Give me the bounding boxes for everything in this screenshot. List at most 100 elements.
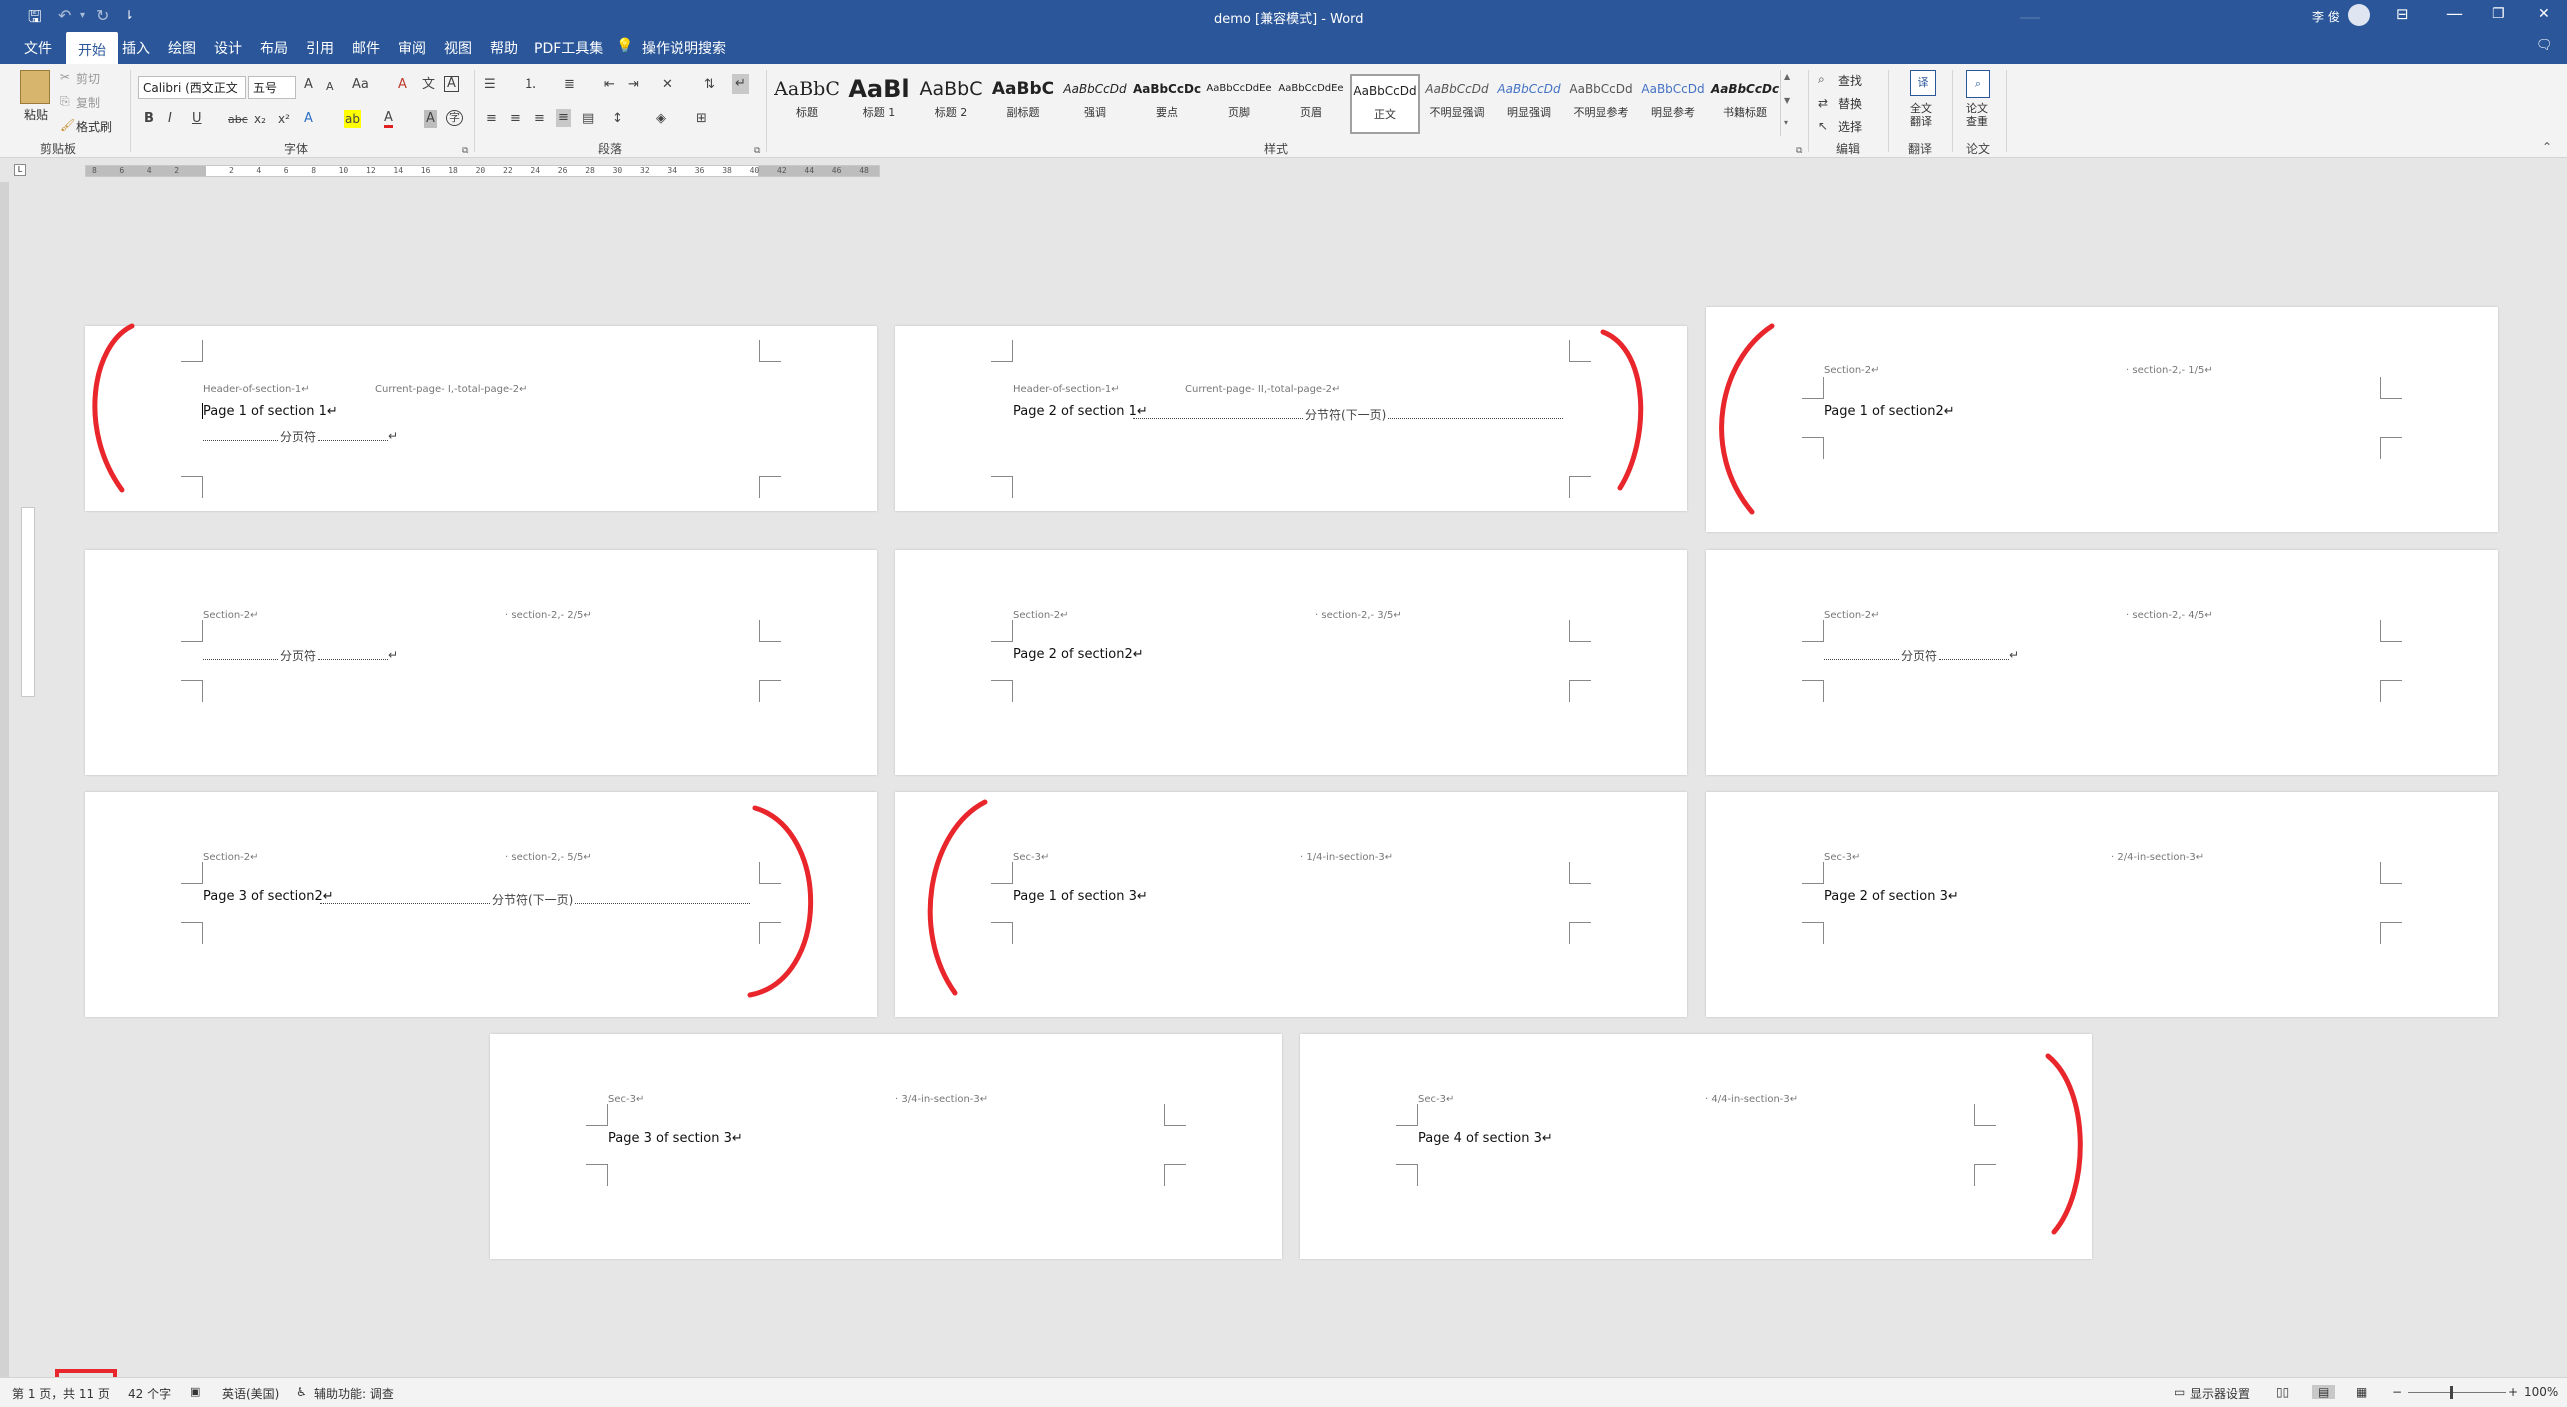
zoom-slider[interactable] bbox=[2408, 1392, 2506, 1393]
document-page[interactable]: Section-2↵ · section-2,- 1/5↵ Page 1 of se… bbox=[1706, 307, 2498, 532]
tab-insert[interactable]: 插入 bbox=[122, 38, 150, 58]
header-left-text[interactable]: Section-2↵ bbox=[1824, 365, 1880, 376]
tab-references[interactable]: 引用 bbox=[306, 38, 334, 58]
select-icon[interactable]: ↖ bbox=[1818, 117, 1828, 135]
styles-more-icon[interactable]: ▾ bbox=[1784, 118, 1788, 127]
save-icon[interactable]: 🖫 bbox=[28, 6, 42, 33]
styles-scroll-down-icon[interactable]: ▼ bbox=[1784, 96, 1790, 105]
header-right-text[interactable]: · section-2,- 3/5↵ bbox=[1315, 610, 1402, 621]
display-settings-button[interactable]: 显示器设置 bbox=[2190, 1385, 2250, 1402]
undo-dropdown-icon[interactable]: ▾ bbox=[80, 10, 85, 21]
document-page[interactable]: Header-of-section-1↵ Current-page- I,-tot… bbox=[85, 326, 877, 511]
section-break-marker[interactable]: 分节符(下一页) bbox=[320, 891, 751, 907]
document-canvas[interactable]: Header-of-section-1↵ Current-page- I,-tot… bbox=[9, 182, 2567, 1377]
shrink-font-icon[interactable]: A bbox=[326, 78, 334, 96]
header-left-text[interactable]: Section-2↵ bbox=[1013, 610, 1069, 621]
print-layout-icon[interactable]: ▤ bbox=[2312, 1385, 2336, 1399]
format-painter-icon[interactable]: 🖌 bbox=[60, 116, 75, 134]
style-title[interactable]: AaBbC 标题 bbox=[772, 74, 842, 134]
zoom-out-icon[interactable]: − bbox=[2392, 1385, 2402, 1399]
document-page[interactable]: Section-2↵ · section-2,- 4/5↵ 分页符 ↵ bbox=[1706, 550, 2498, 775]
format-painter-button[interactable]: 格式刷 bbox=[76, 118, 112, 135]
bullets-icon[interactable]: ☰ bbox=[484, 76, 496, 94]
borders-icon[interactable]: ⊞ bbox=[696, 110, 707, 128]
header-right-text[interactable]: Current-page- II,-total-page-2↵ bbox=[1185, 384, 1340, 395]
show-paragraph-marks-icon[interactable]: ↵ bbox=[732, 74, 749, 94]
font-color-icon[interactable]: A bbox=[384, 110, 393, 128]
page-number-status[interactable]: 第 1 页， bbox=[12, 1385, 63, 1402]
header-right-text[interactable]: · 3/4-in-section-3↵ bbox=[895, 1094, 988, 1105]
superscript-button[interactable]: x² bbox=[278, 110, 290, 128]
customize-toolbar-icon[interactable]: ⇂ bbox=[124, 8, 134, 22]
align-left-icon[interactable]: ≡ bbox=[486, 110, 497, 128]
text-effects-icon[interactable]: A bbox=[304, 110, 313, 128]
decrease-indent-icon[interactable]: ⇤ bbox=[604, 76, 615, 94]
document-page[interactable]: Sec-3↵ · 1/4-in-section-3↵ Page 1 of secti… bbox=[895, 792, 1687, 1017]
header-left-text[interactable]: Section-2↵ bbox=[203, 852, 259, 863]
avatar[interactable] bbox=[2348, 4, 2370, 26]
document-page[interactable]: Sec-3↵ · 2/4-in-section-3↵ Page 2 of secti… bbox=[1706, 792, 2498, 1017]
page-body-text[interactable]: Page 1 of section 1↵ bbox=[203, 404, 338, 419]
document-page[interactable]: Section-2↵ · section-2,- 5/5↵ Page 3 of se… bbox=[85, 792, 877, 1017]
paste-icon[interactable] bbox=[20, 70, 50, 104]
word-count-status[interactable]: 42 个字 bbox=[128, 1385, 171, 1402]
change-case-icon[interactable]: Aa bbox=[352, 76, 369, 94]
enclose-character-icon[interactable]: 字 bbox=[446, 110, 463, 126]
page-body-text[interactable]: Page 3 of section2↵ bbox=[203, 889, 334, 904]
style-subtle-reference[interactable]: AaBbCcDd 不明显参考 bbox=[1566, 74, 1636, 134]
replace-icon[interactable]: ⇄ bbox=[1818, 94, 1828, 112]
page-body-text[interactable]: Page 1 of section2↵ bbox=[1824, 404, 1955, 419]
language-status[interactable]: 英语(美国) bbox=[222, 1385, 279, 1402]
line-spacing-icon[interactable]: ↕ bbox=[612, 110, 623, 128]
vertical-ruler[interactable] bbox=[21, 507, 35, 697]
style-intense-emphasis[interactable]: AaBbCcDd 明显强调 bbox=[1494, 74, 1564, 134]
header-left-text[interactable]: Sec-3↵ bbox=[1418, 1094, 1454, 1105]
zoom-in-icon[interactable]: + bbox=[2508, 1385, 2518, 1399]
find-button[interactable]: 查找 bbox=[1838, 72, 1862, 89]
header-left-text[interactable]: Section-2↵ bbox=[1824, 610, 1880, 621]
paper-check-button[interactable]: 论文 查重 bbox=[1966, 102, 1988, 128]
translate-icon[interactable]: 译 bbox=[1910, 70, 1936, 96]
header-right-text[interactable]: · section-2,- 1/5↵ bbox=[2126, 365, 2213, 376]
page-break-marker[interactable]: 分页符 ↵ bbox=[203, 428, 398, 444]
page-body-text[interactable]: Page 2 of section 3↵ bbox=[1824, 889, 1959, 904]
page-body-text[interactable]: Page 4 of section 3↵ bbox=[1418, 1131, 1553, 1146]
accessibility-icon[interactable]: ♿ bbox=[296, 1385, 307, 1399]
tab-review[interactable]: 审阅 bbox=[398, 38, 426, 58]
highlight-icon[interactable]: ab bbox=[344, 110, 361, 128]
section-break-marker[interactable]: 分节符(下一页) bbox=[1133, 406, 1564, 422]
display-settings-icon[interactable]: ▭ bbox=[2174, 1385, 2185, 1399]
collapse-ribbon-icon[interactable]: ⌃ bbox=[2542, 138, 2552, 156]
tab-home[interactable]: 开始 bbox=[66, 32, 118, 64]
grow-font-icon[interactable]: A bbox=[304, 76, 313, 94]
header-right-text[interactable]: · section-2,- 4/5↵ bbox=[2126, 610, 2213, 621]
tab-design[interactable]: 设计 bbox=[214, 38, 242, 58]
comments-icon[interactable]: 🗨 bbox=[2536, 38, 2553, 53]
find-icon[interactable]: ⌕ bbox=[1818, 70, 1825, 88]
header-right-text[interactable]: · 2/4-in-section-3↵ bbox=[2111, 852, 2204, 863]
minimize-button[interactable]: — bbox=[2446, 4, 2463, 24]
page-body-text[interactable]: Page 1 of section 3↵ bbox=[1013, 889, 1148, 904]
style-strong[interactable]: AaBbCcDc 要点 bbox=[1132, 74, 1202, 134]
style-subtle-emphasis[interactable]: AaBbCcDd 不明显强调 bbox=[1422, 74, 1492, 134]
restore-button[interactable]: ❐ bbox=[2492, 6, 2505, 22]
style-heading-2[interactable]: AaBbC 标题 2 bbox=[916, 74, 986, 134]
header-left-text[interactable]: Sec-3↵ bbox=[1824, 852, 1860, 863]
document-page[interactable]: Section-2↵ · section-2,- 3/5↵ Page 2 of se… bbox=[895, 550, 1687, 775]
header-right-text[interactable]: · section-2,- 5/5↵ bbox=[505, 852, 592, 863]
style-footer[interactable]: AaBbCcDdEe 页脚 bbox=[1204, 74, 1274, 134]
style-intense-reference[interactable]: AaBbCcDd 明显参考 bbox=[1638, 74, 1708, 134]
document-page[interactable]: Sec-3↵ · 4/4-in-section-3↵ Page 4 of secti… bbox=[1300, 1034, 2092, 1259]
strikethrough-button[interactable]: abc bbox=[228, 111, 248, 129]
proofing-icon[interactable]: ▣ bbox=[190, 1385, 200, 1398]
header-right-text[interactable]: · section-2,- 2/5↵ bbox=[505, 610, 592, 621]
justify-icon[interactable]: ≡ bbox=[556, 109, 571, 127]
tab-file[interactable]: 文件 bbox=[24, 38, 52, 58]
align-right-icon[interactable]: ≡ bbox=[534, 110, 545, 128]
copy-button[interactable]: 复制 bbox=[76, 94, 100, 111]
redo-icon[interactable]: ↻ bbox=[96, 6, 109, 25]
undo-icon[interactable]: ↶ bbox=[58, 6, 71, 25]
horizontal-ruler[interactable]: 8 6 4 2 2 4 6 8 10 12 14 16 18 20 22 24 26 28 30 32 34 36 38 40… bbox=[85, 165, 880, 177]
tab-pdf-tools[interactable]: PDF工具集 bbox=[534, 38, 603, 58]
header-right-text[interactable]: · 4/4-in-section-3↵ bbox=[1705, 1094, 1798, 1105]
